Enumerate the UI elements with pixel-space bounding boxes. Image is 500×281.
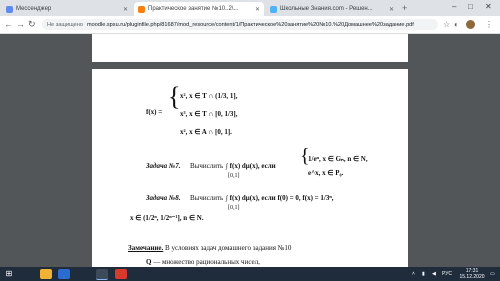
tab-moodle-pdf[interactable]: Практическое занятие №10..2\... ✕ [134,2,264,16]
task8-integral: ∫ f(x) dμ(x), если f(0) = 0, f(x) = 1/3ⁿ… [226,194,334,202]
tray-arrow-icon[interactable]: ˄ [412,271,415,277]
chrome-icon[interactable] [96,269,108,280]
close-window-icon[interactable]: ✕ [485,2,492,11]
note-text: В условиях задач домашнего задания №10 [165,244,292,252]
menu-icon[interactable]: ⋮ [485,20,493,29]
task8-line-2: x ∈ (1/2ⁿ, 1/2ⁿ⁻¹], n ∈ N. [130,214,204,222]
case-line-1: x², x ∈ T ∩ (1/3, 1], [180,92,238,100]
minimize-icon[interactable]: – [452,2,456,11]
windows-taskbar: ⊞ ˄ ▮ ◀ РУС 17:31 15.12.2020 ▭ [0,267,500,281]
task7-text: Вычислить [190,162,224,170]
task7-case-2: e^x, x ∈ P₀. [308,169,344,177]
znanija-icon [270,5,277,13]
star-icon[interactable]: ☆ [443,20,450,29]
note-line-1: Замечание. В условиях задач домашнего за… [128,244,291,252]
extension-icon[interactable]: ◐ [454,20,459,29]
func-lhs: f(x) = [146,108,163,116]
network-icon[interactable]: ▮ [422,271,425,277]
note-line-2: Q — множество рациональных чисел, [146,258,260,266]
language-indicator[interactable]: РУС [442,271,452,277]
case-line-3: x², x ∈ A ∩ [0, 1]. [180,128,232,136]
forward-button[interactable]: → [16,19,25,29]
task8-label: Задача №8. [146,194,181,202]
task7-label: Задача №7. [146,162,181,170]
address-bar[interactable]: Не защищено moodle.spsu.ru/pluginfile.ph… [42,19,438,30]
tab-znanija[interactable]: Школьные Знания.com - Решен... ✕ [266,2,398,16]
new-tab-button[interactable]: + [402,3,407,13]
pdf-viewer: f(x) = { x², x ∈ T ∩ (1/3, 1], x³, x ∈ T… [0,34,500,267]
note-label: Замечание. [128,244,164,252]
maximize-icon[interactable]: □ [468,2,473,11]
notifications-icon[interactable]: ▭ [490,271,495,277]
page-separator [92,62,408,69]
clock[interactable]: 17:31 15.12.2020 [458,268,486,280]
tab-label: Школьные Знания.com - Решен... [280,6,373,12]
tab-bar: Мессенджер ✕ Практическое занятие №10..2… [0,0,500,16]
note-text-2: — множество рациональных чисел, [153,258,260,266]
store-icon[interactable] [58,269,70,279]
moodle-icon [138,5,145,13]
case-line-2: x³, x ∈ T ∩ [0, 1/3], [180,110,238,118]
close-icon[interactable]: ✕ [252,6,260,13]
back-button[interactable]: ← [4,19,13,29]
task8-text: Вычислить [190,194,224,202]
tab-label: Мессенджер [16,6,52,12]
start-icon[interactable]: ⊞ [3,269,15,279]
tab-messenger[interactable]: Мессенджер ✕ [2,2,132,16]
close-icon[interactable]: ✕ [386,6,394,13]
reload-button[interactable]: ↻ [28,19,36,30]
volume-icon[interactable]: ◀ [432,271,436,277]
note-symbol: Q [146,258,152,266]
clock-date: 15.12.2020 [459,274,485,280]
tab-label: Практическое занятие №10..2\... [148,6,239,12]
messenger-icon [6,5,13,13]
avatar[interactable] [466,20,475,29]
close-icon[interactable]: ✕ [120,6,128,13]
task7-integral: ∫ f(x) dμ(x), если [226,162,276,170]
task7-case-1: 1/eⁿ, x ∈ Gₙ, n ∈ N, [308,155,368,163]
brace-icon: { [168,82,181,111]
task7-bounds: [0,1] [228,173,240,179]
url-text: moodle.spsu.ru/pluginfile.php/81687/mod_… [86,21,414,28]
explorer-icon[interactable] [40,269,52,279]
media-icon[interactable] [115,269,127,279]
task8-bounds: [0,1] [228,205,240,211]
browser-toolbar: ← → ↻ Не защищено moodle.spsu.ru/pluginf… [0,16,500,34]
insecure-label: Не защищено [47,21,83,28]
